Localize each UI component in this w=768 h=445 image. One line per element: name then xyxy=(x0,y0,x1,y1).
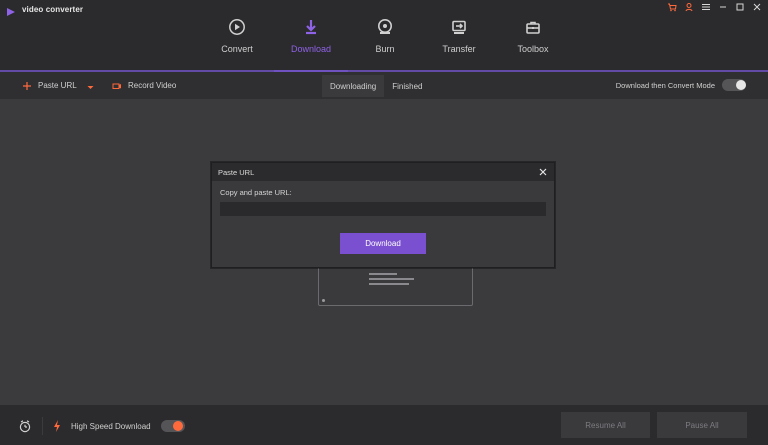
toggle-knob xyxy=(172,421,183,431)
url-input[interactable] xyxy=(220,202,546,216)
high-speed-download-toggle[interactable] xyxy=(160,420,185,432)
bottom-left-controls: High Speed Download xyxy=(18,417,185,435)
plus-icon xyxy=(22,81,32,91)
user-icon[interactable] xyxy=(684,2,694,12)
dialog-body: Copy and paste URL: Download xyxy=(212,181,554,269)
tab-transfer-label: Transfer xyxy=(442,44,476,54)
tab-downloading[interactable]: Downloading xyxy=(322,75,385,97)
convert-mode-toggle[interactable] xyxy=(722,79,746,91)
tab-toolbox-label: Toolbox xyxy=(517,44,549,54)
tab-transfer[interactable]: Transfer xyxy=(422,14,496,70)
app-logo-icon xyxy=(6,4,16,16)
transfer-icon xyxy=(450,18,468,36)
minimize-icon[interactable] xyxy=(718,2,728,12)
dialog-header: Paste URL xyxy=(212,163,554,181)
maximize-icon[interactable] xyxy=(735,2,745,12)
paste-url-label: Paste URL xyxy=(38,81,77,90)
placeholder-line xyxy=(369,278,414,280)
window-controls xyxy=(667,2,762,12)
toolbox-icon xyxy=(524,18,542,36)
toggle-knob xyxy=(736,80,746,90)
tab-finished[interactable]: Finished xyxy=(384,75,431,97)
bottom-bar: High Speed Download Resume All Pause All xyxy=(0,405,768,445)
cart-icon[interactable] xyxy=(667,2,677,12)
tab-toolbox[interactable]: Toolbox xyxy=(496,14,570,70)
convert-mode-setting: Download then Convert Mode xyxy=(616,79,746,91)
app-brand: video converter xyxy=(6,4,84,16)
tab-burn[interactable]: Burn xyxy=(348,14,422,70)
placeholder-dot xyxy=(322,299,325,302)
menu-icon[interactable] xyxy=(701,2,711,12)
pause-all-button[interactable]: Pause All xyxy=(657,412,747,438)
alarm-clock-icon[interactable] xyxy=(18,419,32,433)
chevron-down-icon[interactable] xyxy=(87,83,94,89)
url-field-label: Copy and paste URL: xyxy=(220,188,292,197)
high-speed-download-label: High Speed Download xyxy=(71,421,151,431)
tab-convert-label: Convert xyxy=(221,44,253,54)
download-arrow-icon xyxy=(302,18,320,36)
download-toolbar: Paste URL Record Video Downloading Finis… xyxy=(0,72,768,99)
tab-download[interactable]: Download xyxy=(274,14,348,72)
placeholder-line xyxy=(369,283,409,285)
video-camera-icon xyxy=(112,81,122,91)
resume-all-button[interactable]: Resume All xyxy=(561,412,650,438)
record-video-label: Record Video xyxy=(128,81,177,90)
record-video-button[interactable]: Record Video xyxy=(112,81,176,91)
download-status-segment: Downloading Finished xyxy=(322,75,431,97)
separator xyxy=(42,417,43,435)
play-circle-icon xyxy=(228,18,246,36)
dialog-title: Paste URL xyxy=(218,167,255,177)
download-button[interactable]: Download xyxy=(340,233,426,254)
lightning-icon xyxy=(53,420,61,432)
tab-download-label: Download xyxy=(290,44,332,54)
disc-burn-icon xyxy=(376,18,394,36)
paste-url-button[interactable]: Paste URL xyxy=(22,81,94,91)
dialog-close-icon[interactable] xyxy=(538,167,548,177)
tab-convert[interactable]: Convert xyxy=(200,14,274,70)
app-title: video converter xyxy=(22,4,84,14)
top-navigation: video converter Convert Download Burn Tr… xyxy=(0,0,768,72)
convert-mode-label: Download then Convert Mode xyxy=(615,80,715,90)
close-icon[interactable] xyxy=(752,2,762,12)
paste-url-dialog: Paste URL Copy and paste URL: Download xyxy=(211,162,555,268)
placeholder-line xyxy=(369,273,397,275)
main-tabs: Convert Download Burn Transfer Toolbox xyxy=(200,14,570,72)
tab-burn-label: Burn xyxy=(375,44,395,54)
